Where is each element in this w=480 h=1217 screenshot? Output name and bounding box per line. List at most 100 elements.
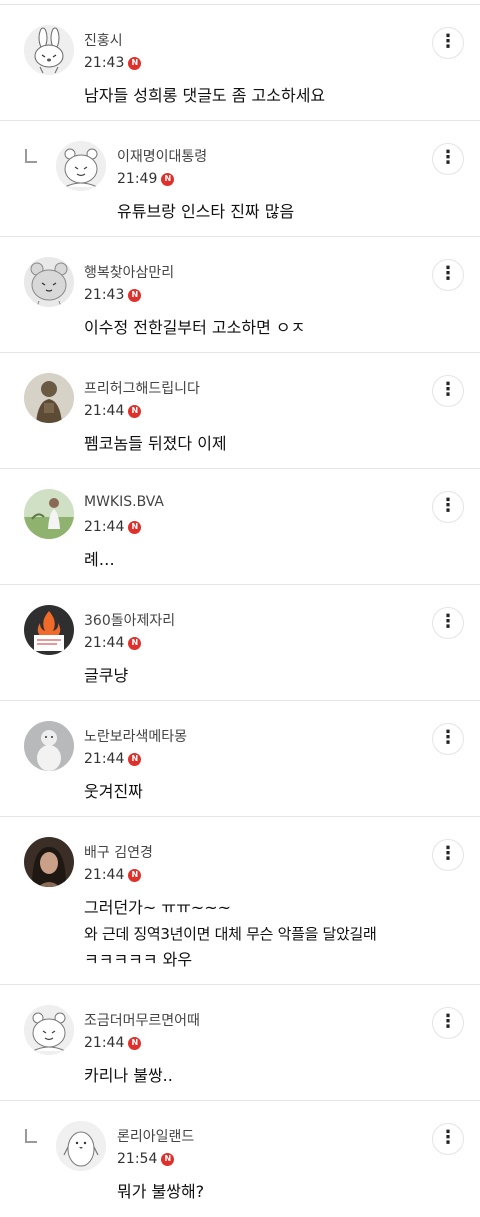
comment-text-line: 이수정 전한길부터 고소하면 ㅇㅈ: [84, 318, 306, 337]
comment-time: 21:44: [84, 751, 125, 767]
author-nickname[interactable]: 노란보라색메타몽: [84, 726, 187, 746]
new-badge-icon: N: [161, 1152, 175, 1166]
author-nickname[interactable]: 조금더머무르면어때: [84, 1010, 200, 1030]
more-options-button[interactable]: ⋮: [432, 723, 464, 755]
comment-meta: 21:43 N: [84, 55, 142, 71]
comment-time: 21:44: [84, 635, 125, 651]
new-badge-icon: N: [128, 56, 142, 70]
comment-text: 카리나 불쌍..: [84, 1063, 173, 1089]
author-nickname[interactable]: 행복찾아삼만리: [84, 262, 174, 282]
comment-text-line: 뭐가 불쌍해?: [117, 1182, 205, 1201]
reply-arrow-icon: [25, 149, 37, 163]
comment-item: 360돌아제자리 21:44 N 글쿠냥 ⋮: [0, 585, 480, 701]
comment-meta: 21:44 N: [84, 519, 142, 535]
comment-time: 21:43: [84, 55, 125, 71]
comment-text-line: 유튜브랑 인스타 진짜 많음: [117, 202, 295, 221]
avatar[interactable]: [24, 489, 74, 539]
comment-item: 노란보라색메타몽 21:44 N 웃겨진짜 ⋮: [0, 701, 480, 817]
comment-text-line: 와 근데 징역3년이면 대체 무슨 악플을 달았길래: [84, 925, 377, 943]
author-nickname[interactable]: 배구 김연경: [84, 842, 153, 862]
comment-meta: 21:44 N: [84, 751, 142, 767]
more-options-button[interactable]: ⋮: [432, 607, 464, 639]
more-vertical-icon: ⋮: [439, 727, 457, 748]
author-nickname[interactable]: 진홍시: [84, 30, 123, 50]
avatar[interactable]: [24, 605, 74, 655]
comment-item: 프리허그해드립니다 21:44 N 펨코놈들 뒤졌다 이제 ⋮: [0, 353, 480, 469]
comment-text: 글쿠냥: [84, 663, 128, 689]
bear-avatar-icon: [56, 141, 106, 191]
comment-time: 21:43: [84, 287, 125, 303]
comment-item: MWKIS.BVA 21:44 N 례… ⋮: [0, 469, 480, 585]
new-badge-icon: N: [128, 404, 142, 418]
new-badge-icon: N: [128, 868, 142, 882]
comment-time: 21:44: [84, 1035, 125, 1051]
comment-text: 례…: [84, 547, 115, 573]
comment-item: 행복찾아삼만리 21:43 N 이수정 전한길부터 고소하면 ㅇㅈ ⋮: [0, 237, 480, 353]
avatar[interactable]: [56, 1121, 106, 1171]
comment-time: 21:44: [84, 403, 125, 419]
comment-item: 조금더머무르면어때 21:44 N 카리나 불쌍.. ⋮: [0, 985, 480, 1101]
comment-text: 그러던가~ ㅠㅠ~~~ 와 근데 징역3년이면 대체 무슨 악플을 달았길래 ㅋ…: [84, 895, 377, 973]
comment-time: 21:54: [117, 1151, 158, 1167]
more-vertical-icon: ⋮: [439, 843, 457, 864]
comment-text: 이수정 전한길부터 고소하면 ㅇㅈ: [84, 315, 305, 341]
new-badge-icon: N: [128, 752, 142, 766]
more-options-button[interactable]: ⋮: [432, 1007, 464, 1039]
comment-text-line: 글쿠냥: [84, 666, 129, 685]
comment-text-line: 남자들 성희롱 댓글도 좀 고소하세요: [84, 86, 326, 105]
avatar[interactable]: [24, 721, 74, 771]
more-options-button[interactable]: ⋮: [432, 375, 464, 407]
comment-time: 21:44: [84, 867, 125, 883]
bear-avatar-icon: [24, 257, 74, 307]
more-vertical-icon: ⋮: [439, 495, 457, 516]
more-options-button[interactable]: ⋮: [432, 143, 464, 175]
avatar[interactable]: [24, 837, 74, 887]
more-options-button[interactable]: ⋮: [432, 259, 464, 291]
more-options-button[interactable]: ⋮: [432, 839, 464, 871]
more-vertical-icon: ⋮: [439, 379, 457, 400]
avatar[interactable]: [24, 25, 74, 75]
new-badge-icon: N: [128, 636, 142, 650]
comment-time: 21:44: [84, 519, 125, 535]
more-vertical-icon: ⋮: [439, 1011, 457, 1032]
more-options-button[interactable]: ⋮: [432, 491, 464, 523]
comment-meta: 21:44 N: [84, 403, 142, 419]
author-nickname[interactable]: 프리허그해드립니다: [84, 378, 200, 398]
avatar[interactable]: [24, 1005, 74, 1055]
person-photo-avatar: [24, 489, 74, 539]
comment-meta: 21:44 N: [84, 1035, 142, 1051]
comment-meta: 21:44 N: [84, 867, 142, 883]
flame-avatar-icon: [24, 605, 74, 655]
comment-meta: 21:44 N: [84, 635, 142, 651]
comment-text-line: 카리나 불쌍..: [84, 1066, 173, 1085]
author-nickname[interactable]: 이재명이대통령: [117, 146, 207, 166]
woman-photo-avatar: [24, 837, 74, 887]
new-badge-icon: N: [128, 520, 142, 534]
comment-meta: 21:54 N: [117, 1151, 175, 1167]
comment-text: 웃겨진짜: [84, 779, 143, 805]
bear-avatar-icon: [24, 1005, 74, 1055]
new-badge-icon: N: [161, 172, 175, 186]
new-badge-icon: N: [128, 1036, 142, 1050]
more-vertical-icon: ⋮: [439, 31, 457, 52]
more-vertical-icon: ⋮: [439, 263, 457, 284]
comment-item: 배구 김연경 21:44 N 그러던가~ ㅠㅠ~~~ 와 근데 징역3년이면 대…: [0, 817, 480, 985]
penguin-avatar-icon: [56, 1121, 106, 1171]
comment-meta: 21:43 N: [84, 287, 142, 303]
rabbit-avatar-icon: [24, 25, 74, 75]
comment-meta: 21:49 N: [117, 171, 175, 187]
avatar[interactable]: [24, 257, 74, 307]
reply-comment-item: 론리아일랜드 21:54 N 뭐가 불쌍해? ⋮: [0, 1101, 480, 1217]
more-vertical-icon: ⋮: [439, 611, 457, 632]
author-nickname[interactable]: 론리아일랜드: [117, 1126, 194, 1146]
avatar[interactable]: [24, 373, 74, 423]
more-options-button[interactable]: ⋮: [432, 1123, 464, 1155]
comment-item: 진홍시 21:43 N 남자들 성희롱 댓글도 좀 고소하세요 ⋮: [0, 5, 480, 121]
author-nickname[interactable]: MWKIS.BVA: [84, 494, 164, 510]
author-nickname[interactable]: 360돌아제자리: [84, 610, 175, 630]
new-badge-icon: N: [128, 288, 142, 302]
avatar[interactable]: [56, 141, 106, 191]
more-options-button[interactable]: ⋮: [432, 27, 464, 59]
comment-text: 펨코놈들 뒤졌다 이제: [84, 431, 227, 457]
reply-comment-item: 이재명이대통령 21:49 N 유튜브랑 인스타 진짜 많음 ⋮: [0, 121, 480, 237]
